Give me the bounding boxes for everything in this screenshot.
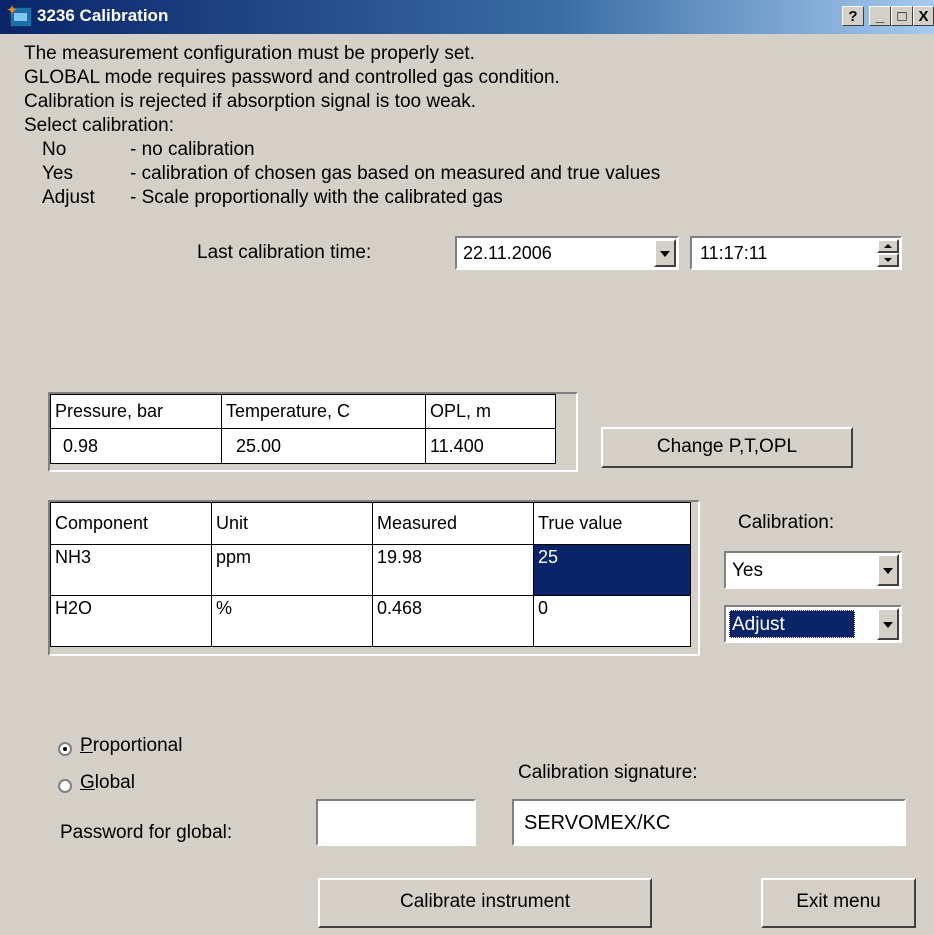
chevron-down-icon[interactable] [654,239,676,267]
info-line-3: Calibration is rejected if absorption si… [24,91,477,112]
unit-cell: ppm [211,544,373,596]
header-true-value: True value [533,502,691,545]
exit-menu-button[interactable]: Exit menu [761,878,916,928]
change-ptopl-button[interactable]: Change P,T,OPL [601,427,853,468]
minimize-button[interactable]: _ [869,6,891,26]
measured-cell: 0.468 [372,595,534,647]
info-line-1: The measurement configuration must be pr… [24,43,475,64]
proportional-radio[interactable] [58,742,72,756]
calibration-select-nh3-value: Yes [732,560,763,581]
header-unit: Unit [211,502,373,545]
app-icon: ✦ [7,3,32,27]
conditions-table: Pressure, bar Temperature, C OPL, m 0.98… [50,394,556,464]
close-button[interactable]: X [913,6,934,26]
global-label[interactable]: Global [80,772,135,794]
password-input[interactable] [316,799,476,846]
calibration-select-nh3[interactable]: Yes [724,551,902,589]
header-pressure: Pressure, bar [50,394,222,429]
spin-down-icon[interactable] [877,253,899,267]
last-calibration-label: Last calibration time: [197,242,372,263]
calibration-date-value: 22.11.2006 [463,243,552,263]
header-temperature: Temperature, C [221,394,426,429]
temperature-value[interactable]: 25.00 [221,428,426,464]
true-value-cell[interactable]: 0 [533,595,691,647]
spin-up-icon[interactable] [877,239,899,253]
table-row: NH3 ppm 19.98 25 [50,544,691,596]
option-yes-key: Yes [42,163,73,184]
calibration-time-spinner[interactable]: 11:17:11 [690,236,902,270]
signature-label: Calibration signature: [518,762,698,783]
password-label: Password for global: [60,822,233,843]
option-adjust-key: Adjust [42,187,95,208]
calibrate-instrument-button[interactable]: Calibrate instrument [318,878,652,928]
calibration-date-dropdown[interactable]: 22.11.2006 [455,236,679,270]
window-title: 3236 Calibration [37,6,169,25]
unit-cell: % [211,595,373,647]
help-button[interactable]: ? [842,6,864,26]
info-line-2: GLOBAL mode requires password and contro… [24,67,560,88]
chevron-down-icon[interactable] [877,554,899,586]
table-row: H2O % 0.468 0 [50,595,691,647]
components-table: Component Unit Measured True value NH3 p… [50,502,691,647]
info-line-4: Select calibration: [24,115,174,136]
header-component: Component [50,502,212,545]
option-yes-desc: - calibration of chosen gas based on mea… [130,163,661,184]
pressure-value[interactable]: 0.98 [50,428,222,464]
calibration-time-value: 11:17:11 [700,243,768,263]
measured-cell: 19.98 [372,544,534,596]
header-opl: OPL, m [425,394,556,429]
component-cell: NH3 [50,544,212,596]
title-bar[interactable]: ✦ 3236 Calibration ? _ □ X [0,0,934,34]
maximize-button[interactable]: □ [891,6,913,26]
option-no-key: No [42,139,67,160]
global-radio[interactable] [58,779,72,793]
component-cell: H2O [50,595,212,647]
header-measured: Measured [372,502,534,545]
signature-input[interactable]: SERVOMEX/KC [512,799,906,846]
calibration-label: Calibration: [738,512,835,533]
signature-value: SERVOMEX/KC [524,812,671,834]
chevron-down-icon[interactable] [877,608,899,640]
opl-value[interactable]: 11.400 [425,428,556,464]
calibration-select-h2o-value: Adjust [732,614,785,635]
calibration-window: ✦ 3236 Calibration ? _ □ X The measureme… [0,0,934,935]
true-value-cell-selected[interactable]: 25 [533,544,691,596]
option-adjust-desc: - Scale proportionally with the calibrat… [130,187,503,208]
proportional-label[interactable]: Proportional [80,735,182,757]
option-no-desc: - no calibration [130,139,255,160]
calibration-select-h2o[interactable]: Adjust [724,605,902,643]
